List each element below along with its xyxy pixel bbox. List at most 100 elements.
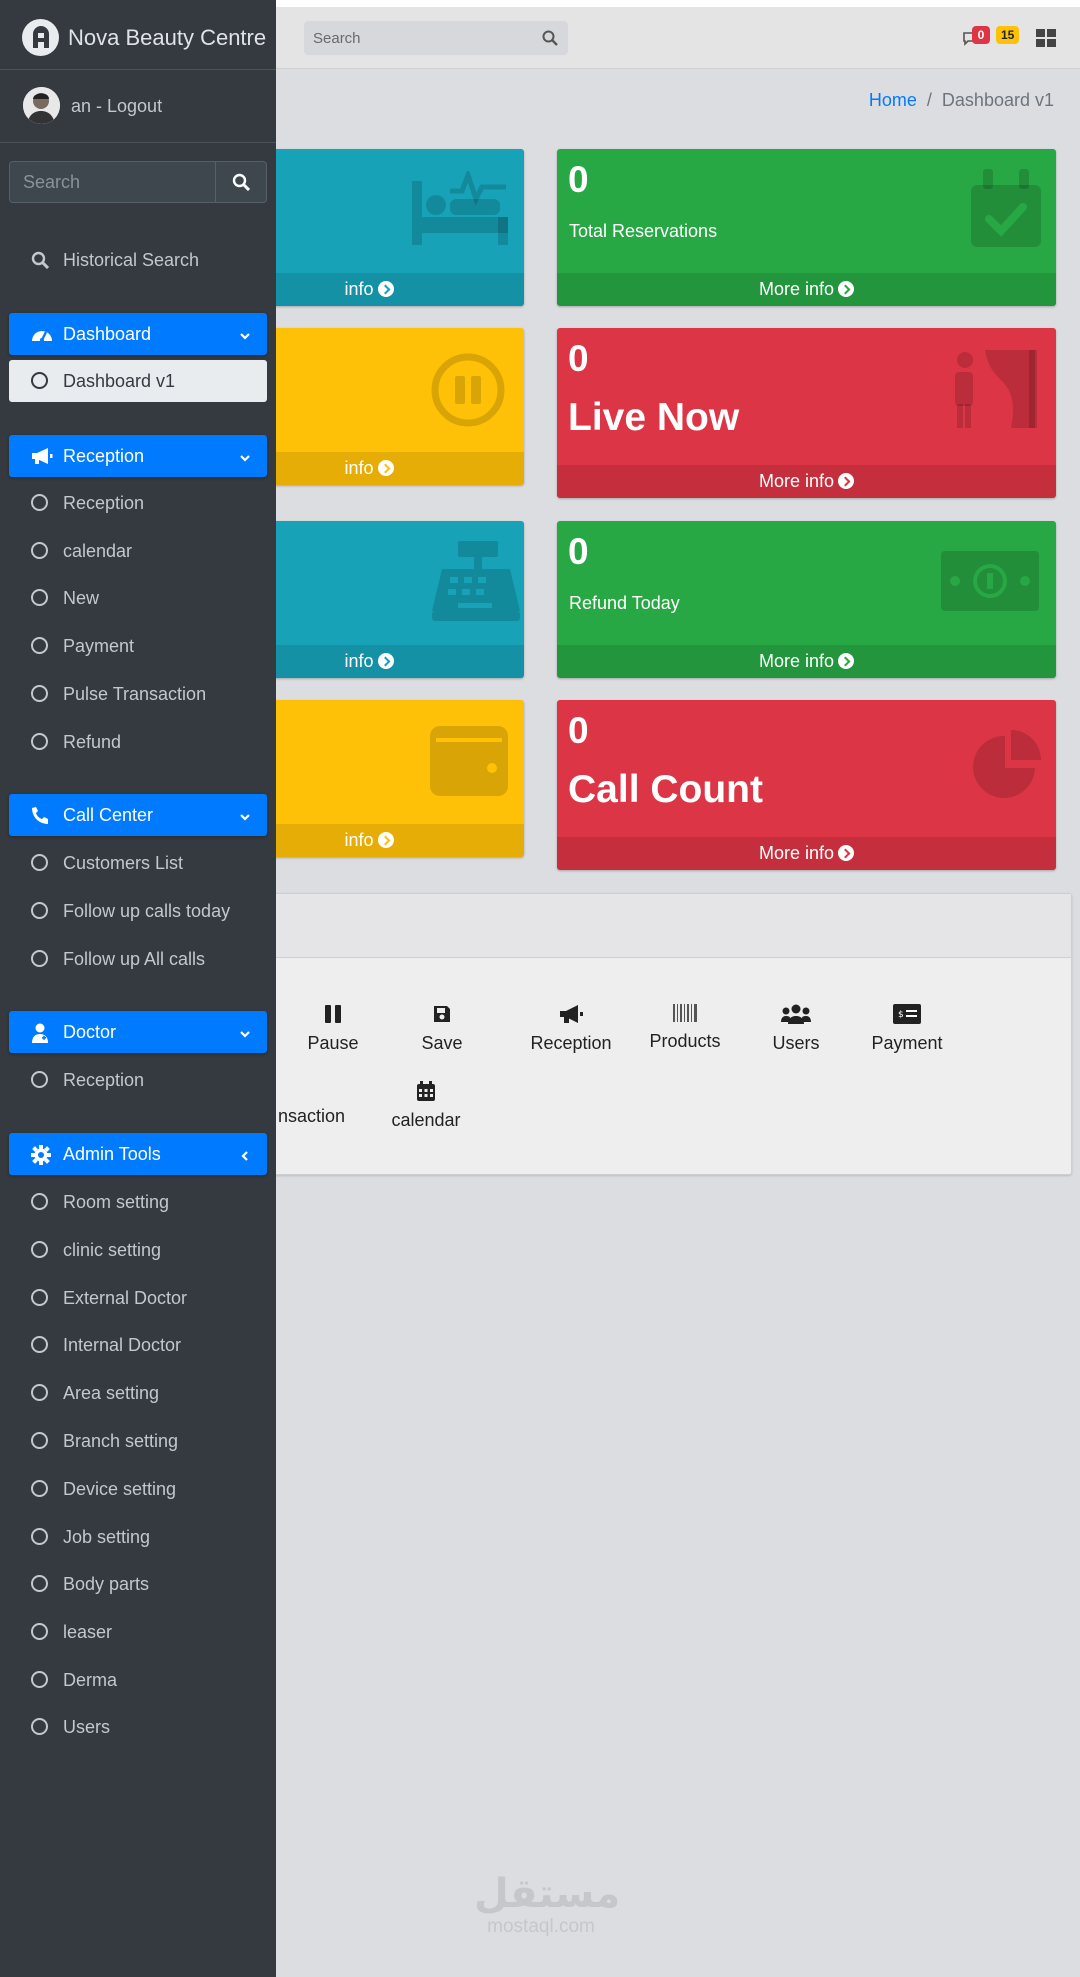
sidebar-section-label: Call Center — [63, 805, 154, 825]
sidebar-item-follow-up-today[interactable]: Follow up calls today — [9, 890, 267, 932]
info-box-label: Live Now — [568, 396, 740, 439]
pulse-transaction-action-label: nsaction — [277, 1106, 345, 1126]
circle-icon — [31, 685, 48, 702]
arrow-circle-right-icon — [838, 281, 855, 297]
sidebar-item-label: New — [63, 588, 100, 608]
sidebar-item-pulse-transaction[interactable]: Pulse Transaction — [9, 673, 267, 715]
info-box-label: Refund Today — [569, 593, 680, 613]
more-info-link[interactable]: More info — [557, 273, 1056, 306]
sidebar-item-label: Customers List — [63, 853, 184, 873]
sidebar-item-label: Reception — [63, 493, 145, 513]
sidebar-section-label: Admin Tools — [63, 1144, 161, 1164]
sidebar-section-admin-tools[interactable]: Admin Tools — [9, 1133, 267, 1175]
quick-actions-card: Pause Save Reception Products Users $ Pa… — [214, 893, 1072, 1175]
users-action-label: Users — [772, 1033, 820, 1053]
users-action-button[interactable]: Users — [760, 1004, 832, 1054]
more-info-link[interactable]: More info — [557, 645, 1056, 678]
sidebar-item-label: Device setting — [63, 1479, 177, 1499]
sidebar-item-payment[interactable]: Payment — [9, 625, 267, 667]
sidebar-item-refund[interactable]: Refund — [9, 721, 267, 763]
info-box-call-count: 0 Call Count More info — [557, 700, 1056, 870]
sidebar-section-dashboard[interactable]: Dashboard — [9, 313, 267, 355]
sidebar-item-historical-search[interactable]: Historical Search — [9, 239, 267, 281]
sidebar-item-reception[interactable]: Reception — [9, 482, 267, 524]
breadcrumb-home[interactable]: Home — [869, 90, 917, 110]
circle-icon — [31, 1336, 48, 1353]
sidebar-item-doctor-reception[interactable]: Reception — [9, 1059, 267, 1101]
sidebar-item-leaser[interactable]: leaser — [9, 1611, 267, 1653]
sidebar-section-reception[interactable]: Reception — [9, 435, 267, 477]
cash-register-icon — [428, 541, 524, 626]
svg-text:$: $ — [898, 1010, 904, 1020]
sidebar-item-users[interactable]: Users — [9, 1706, 267, 1748]
logout-link[interactable]: an - Logout — [71, 96, 162, 117]
sidebar-section-call-center[interactable]: Call Center — [9, 794, 267, 836]
calendar-action-label: calendar — [391, 1110, 461, 1130]
info-box-total-reservations: 0 Total Reservations More info — [557, 149, 1056, 306]
sidebar-item-area-setting[interactable]: Area setting — [9, 1372, 267, 1414]
sidebar-search-input[interactable] — [10, 162, 216, 202]
sidebar-item-label: Reception — [63, 1070, 145, 1090]
sidebar-item-label: Internal Doctor — [63, 1335, 182, 1355]
sidebar-item-label: Pulse Transaction — [63, 684, 207, 704]
user-md-icon — [31, 1023, 49, 1048]
reception-action-label: Reception — [530, 1033, 612, 1053]
sidebar-item-calendar[interactable]: calendar — [9, 530, 267, 572]
sidebar-item-dashboard-v1[interactable]: Dashboard v1 — [9, 360, 267, 402]
sidebar-search-button[interactable] — [216, 162, 266, 202]
more-info-link[interactable]: More info — [557, 465, 1056, 498]
sidebar-item-customers-list[interactable]: Customers List — [9, 842, 267, 884]
circle-icon — [31, 372, 48, 389]
chevron-left-icon — [239, 1146, 251, 1167]
calendar-action-button[interactable]: calendar — [381, 1081, 471, 1131]
sidebar-item-label: Refund — [63, 732, 122, 752]
sidebar-item-internal-doctor[interactable]: Internal Doctor — [9, 1324, 267, 1366]
sidebar-item-branch-setting[interactable]: Branch setting — [9, 1420, 267, 1462]
circle-icon — [31, 494, 48, 511]
search-icon — [232, 173, 250, 191]
sidebar-item-label: clinic setting — [63, 1240, 162, 1260]
sidebar-item-derma[interactable]: Derma — [9, 1659, 267, 1701]
save-action-button[interactable]: Save — [411, 1004, 473, 1054]
products-action-button[interactable]: Products — [637, 1004, 733, 1052]
watermark-arabic: مستقل — [474, 1871, 621, 1917]
sidebar-item-body-parts[interactable]: Body parts — [9, 1563, 267, 1605]
messages-badge[interactable]: 0 — [972, 26, 990, 44]
payment-action-label: Payment — [871, 1033, 943, 1053]
navbar-search-input[interactable] — [304, 21, 532, 55]
watermark: مستقل mostaql.com — [474, 1871, 621, 1938]
sidebar-item-new[interactable]: New — [9, 577, 267, 619]
sidebar-item-job-setting[interactable]: Job setting — [9, 1516, 267, 1558]
sidebar-item-label: Area setting — [63, 1383, 160, 1403]
payment-action-button[interactable]: $ Payment — [852, 1004, 962, 1054]
circle-icon — [31, 1432, 48, 1449]
chevron-down-icon — [239, 1024, 251, 1045]
watermark-latin: mostaql.com — [487, 1916, 595, 1937]
sidebar-section-doctor[interactable]: Doctor — [9, 1011, 267, 1053]
sidebar-item-clinic-setting[interactable]: clinic setting — [9, 1229, 267, 1271]
sidebar-item-follow-up-all[interactable]: Follow up All calls — [9, 938, 267, 980]
apps-grid-icon[interactable] — [1036, 29, 1056, 52]
chevron-down-icon — [239, 326, 251, 347]
arrow-circle-right-icon — [838, 845, 855, 861]
sidebar-item-device-setting[interactable]: Device setting — [9, 1468, 267, 1510]
sidebar-section-label: Doctor — [63, 1022, 117, 1042]
circle-icon — [31, 1241, 48, 1258]
notifications-badge[interactable]: 15 — [996, 26, 1020, 44]
reception-action-button[interactable]: Reception — [512, 1004, 630, 1054]
sidebar-item-external-doctor[interactable]: External Doctor — [9, 1277, 267, 1319]
arrow-circle-right-icon — [838, 653, 855, 669]
brand-link[interactable]: Nova Beauty Centre — [0, 0, 276, 70]
search-icon[interactable] — [542, 30, 558, 51]
pause-circle-icon — [430, 352, 506, 433]
circle-icon — [31, 1193, 48, 1210]
user-panel: an - Logout — [0, 70, 276, 143]
sidebar-item-label: Historical Search — [63, 250, 200, 270]
more-info-link[interactable]: More info — [557, 837, 1056, 870]
pause-action-button[interactable]: Pause — [297, 1004, 369, 1054]
breadcrumb-separator: / — [926, 90, 932, 110]
circle-icon — [31, 589, 48, 606]
circle-icon — [31, 637, 48, 654]
sidebar-item-room-setting[interactable]: Room setting — [9, 1181, 267, 1223]
bullhorn-icon — [31, 447, 53, 470]
